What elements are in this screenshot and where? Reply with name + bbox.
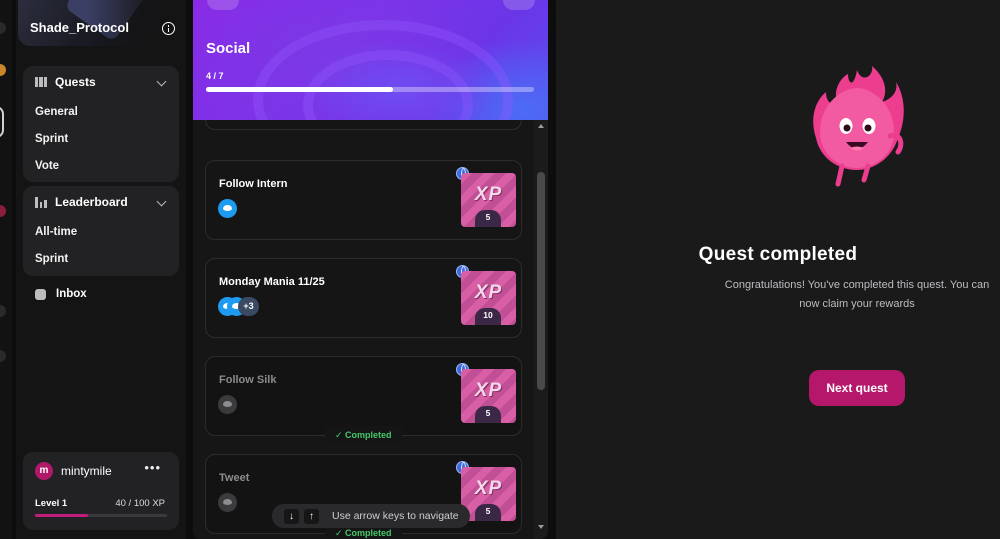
quest-card[interactable]: XP 10 [205,120,522,130]
xp-amount: 5 [475,504,501,521]
quest-list-panel: Social 4 / 7 XP 10 Follow Intern XP 5 [193,0,548,539]
leaderboard-section: Leaderboard All-time Sprint [23,186,179,276]
header-action-button[interactable] [503,0,535,10]
sidebar-item-all-time[interactable]: All-time [35,226,77,238]
back-button[interactable] [207,0,239,10]
xp-amount: 10 [475,308,501,325]
scroll-up-icon[interactable] [538,124,544,128]
xp-amount: 5 [475,210,501,227]
next-quest-button[interactable]: Next quest [809,370,905,406]
sidebar-item-inbox[interactable]: Inbox [35,288,87,300]
quest-title: Follow Intern [219,178,288,190]
quest-card[interactable]: Monday Mania 11/25 +3 XP 10 [205,258,522,338]
map-icon [35,77,47,87]
fire-mascot-icon [813,66,904,187]
completion-title: Quest completed [698,244,858,265]
sidebar-item-sprint[interactable]: Sprint [35,133,68,145]
project-name: Shade_Protocol [30,20,129,35]
scrollbar[interactable] [534,120,548,539]
leaderboard-title: Leaderboard [55,195,128,209]
project-switcher-strip [0,0,12,539]
sidebar: Shade_Protocol Quests General Sprint Vot… [16,0,186,539]
quests-section: Quests General Sprint Vote [23,66,179,182]
more-options-icon[interactable]: ••• [144,460,161,475]
avatar[interactable]: m [35,462,53,480]
twitter-icon [218,395,237,414]
arrow-up-key[interactable]: ↑ [304,508,319,524]
project-icon[interactable] [0,205,6,217]
arrow-down-key[interactable]: ↓ [284,508,299,524]
user-level: Level 1 [35,498,68,509]
category-progress-label: 4 / 7 [206,71,224,81]
user-xp: 40 / 100 XP [115,498,165,509]
xp-reward-badge: XP 5 [461,369,516,423]
quest-title: Monday Mania 11/25 [219,276,325,288]
nav-hint-text: Use arrow keys to navigate [332,510,459,522]
project-icon[interactable] [0,64,6,76]
chevron-down-icon[interactable] [156,76,167,87]
completion-message: Congratulations! You've completed this q… [724,279,990,310]
more-tasks-count: +3 [238,297,259,316]
sidebar-item-leaderboard-sprint[interactable]: Sprint [35,253,68,265]
quest-card[interactable]: Follow Silk XP 5 ✓ Completed [205,356,522,444]
user-card: m mintymile ••• Level 1 40 / 100 XP [23,452,179,530]
app-root: Shade_Protocol Quests General Sprint Vot… [0,0,1000,539]
quests-title: Quests [55,75,96,89]
xp-amount: 5 [475,406,501,423]
xp-reward-badge: XP 5 [461,173,516,227]
project-icon[interactable] [0,350,6,362]
leaderboard-header[interactable]: Leaderboard [35,195,128,209]
category-title: Social [206,40,251,57]
quests-header[interactable]: Quests [35,75,96,89]
quest-list: XP 10 Follow Intern XP 5 Monday Mania 11… [193,120,534,539]
selected-project-indicator [0,106,4,138]
completed-badge: ✓ Completed [325,426,402,444]
quest-card[interactable]: Follow Intern XP 5 [205,160,522,240]
project-icon[interactable] [0,22,6,34]
inbox-icon [35,288,46,300]
scroll-thumb[interactable] [537,172,545,390]
quest-title: Tweet [219,472,250,484]
info-icon[interactable] [162,22,175,35]
project-card[interactable]: Shade_Protocol [18,0,184,46]
level-progress-bar [35,514,167,517]
quest-detail-panel: Quest completed Congratulations! You've … [556,0,1000,539]
xp-reward-badge: XP 10 [461,271,516,325]
project-icon[interactable] [0,305,6,317]
sidebar-item-general[interactable]: General [35,106,78,118]
quest-title: Follow Silk [219,374,277,386]
sidebar-item-vote[interactable]: Vote [35,160,59,172]
category-progress-bar [206,87,534,92]
twitter-icon [218,493,237,512]
category-header: Social 4 / 7 [193,0,548,120]
level-progress-fill [35,514,88,517]
twitter-icon [218,199,237,218]
scroll-down-icon[interactable] [538,525,544,529]
category-progress-fill [206,87,394,92]
inbox-label: Inbox [56,288,87,300]
chevron-down-icon[interactable] [156,196,167,207]
keyboard-nav-hint: ↓ ↑ Use arrow keys to navigate [272,504,470,528]
username: mintymile [61,464,112,478]
bar-chart-icon [35,196,48,208]
